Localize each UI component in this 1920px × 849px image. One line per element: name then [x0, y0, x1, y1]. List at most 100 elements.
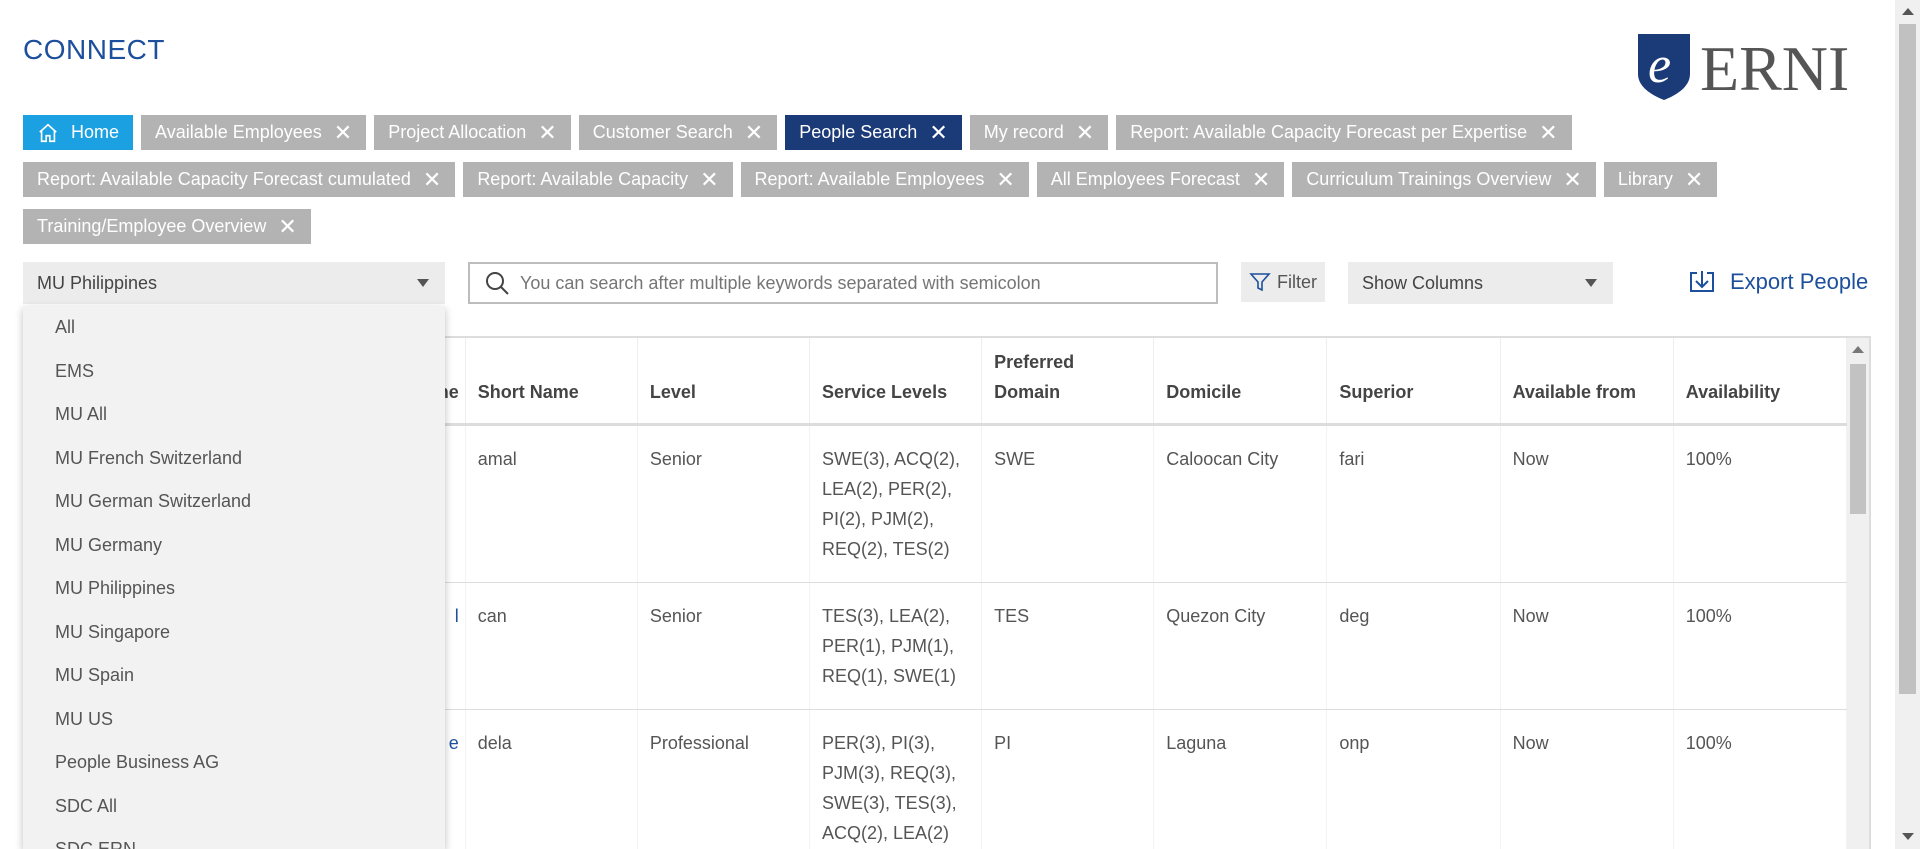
- dropdown-option[interactable]: MU Spain: [23, 654, 445, 698]
- export-label: Export People: [1730, 269, 1869, 294]
- tab-label: Customer Search: [592, 122, 733, 142]
- search-input[interactable]: [520, 272, 1200, 294]
- tab-label: Report: Available Employees: [754, 169, 985, 189]
- close-icon[interactable]: ✕: [745, 121, 763, 144]
- tab-label: Report: Available Capacity Forecast per …: [1130, 122, 1528, 142]
- tab-row-1: Home Available Employees ✕ Project Alloca…: [23, 115, 1663, 150]
- cell-level: Professional: [637, 709, 810, 849]
- mu-select[interactable]: MU Philippines: [23, 262, 445, 304]
- column-header-available-from[interactable]: Available from: [1500, 338, 1674, 426]
- tab-curriculum-trainings-overview[interactable]: Curriculum Trainings Overview ✕: [1292, 162, 1596, 197]
- tab-label: Library: [1617, 169, 1673, 189]
- close-icon[interactable]: ✕: [996, 168, 1014, 191]
- tab-people-search[interactable]: People Search ✕: [785, 115, 962, 150]
- column-header-availability[interactable]: Availability: [1673, 338, 1848, 426]
- dropdown-option[interactable]: All: [23, 306, 445, 350]
- cell-preferred-domain: PI: [981, 709, 1155, 849]
- dropdown-option[interactable]: SDC All: [23, 785, 445, 829]
- close-icon[interactable]: ✕: [1252, 168, 1270, 191]
- cell-domicile: Caloocan City: [1153, 424, 1328, 583]
- scroll-up-icon[interactable]: [1852, 346, 1864, 353]
- tab-report-available-employees[interactable]: Report: Available Employees ✕: [740, 162, 1029, 197]
- dropdown-option[interactable]: MU Germany: [23, 524, 445, 568]
- tab-label: My record: [983, 122, 1064, 142]
- dropdown-option[interactable]: MU French Switzerland: [23, 437, 445, 481]
- scroll-thumb[interactable]: [1899, 24, 1916, 694]
- cell-level: Senior: [637, 582, 810, 710]
- scroll-thumb[interactable]: [1850, 364, 1866, 514]
- cell-short-name: dela: [465, 709, 638, 849]
- close-icon[interactable]: ✕: [278, 215, 296, 238]
- close-icon[interactable]: ✕: [334, 121, 352, 144]
- cell-short-name: amal: [465, 424, 638, 583]
- column-header-short-name[interactable]: Short Name: [465, 338, 638, 426]
- cell-superior: deg: [1326, 582, 1501, 710]
- close-icon[interactable]: ✕: [1539, 121, 1557, 144]
- home-icon: [39, 123, 57, 142]
- column-header-service-levels[interactable]: Service Levels: [809, 338, 983, 426]
- tab-report-capacity-forecast-cumulated[interactable]: Report: Available Capacity Forecast cumu…: [23, 162, 456, 197]
- cell-level: Senior: [637, 424, 810, 583]
- search-box: [468, 262, 1218, 304]
- dropdown-option[interactable]: MU Singapore: [23, 611, 445, 655]
- cell-availability: 100%: [1673, 582, 1848, 710]
- cell-superior: onp: [1326, 709, 1501, 849]
- show-columns-select[interactable]: Show Columns: [1348, 262, 1613, 304]
- toolbar: MU Philippines Filter Show Columns Expor…: [23, 262, 1883, 306]
- app-title: CONNECT: [23, 34, 165, 65]
- tab-customer-search[interactable]: Customer Search ✕: [578, 115, 778, 150]
- tab-project-allocation[interactable]: Project Allocation ✕: [374, 115, 571, 150]
- dropdown-option[interactable]: MU All: [23, 393, 445, 437]
- cell-availability: 100%: [1673, 424, 1848, 583]
- dropdown-option[interactable]: People Business AG: [23, 741, 445, 785]
- dropdown-option[interactable]: EMS: [23, 350, 445, 394]
- tab-label: Curriculum Trainings Overview: [1306, 169, 1552, 189]
- tab-home[interactable]: Home: [23, 115, 134, 150]
- column-header-domicile[interactable]: Domicile: [1153, 338, 1328, 426]
- cell-service-levels: SWE(3), ACQ(2), LEA(2), PER(2), PI(2), P…: [809, 424, 983, 583]
- caret-down-icon: [417, 279, 429, 287]
- dropdown-option[interactable]: MU German Switzerland: [23, 480, 445, 524]
- svg-text:e: e: [1648, 37, 1671, 94]
- cell-available-from: Now: [1500, 582, 1674, 710]
- cell-available-from: Now: [1500, 424, 1674, 583]
- tab-library[interactable]: Library ✕: [1603, 162, 1718, 197]
- tab-all-employees-forecast[interactable]: All Employees Forecast ✕: [1036, 162, 1285, 197]
- tab-available-employees[interactable]: Available Employees ✕: [141, 115, 367, 150]
- filter-button[interactable]: Filter: [1241, 262, 1325, 302]
- close-icon[interactable]: ✕: [423, 168, 441, 191]
- cell-availability: 100%: [1673, 709, 1848, 849]
- dropdown-option[interactable]: MU US: [23, 698, 445, 742]
- column-header-level[interactable]: Level: [637, 338, 810, 426]
- dropdown-option[interactable]: MU Philippines: [23, 567, 445, 611]
- cell-service-levels: TES(3), LEA(2), PER(1), PJM(1), REQ(1), …: [809, 582, 983, 710]
- scroll-down-icon[interactable]: [1902, 833, 1914, 840]
- tab-report-available-capacity[interactable]: Report: Available Capacity ✕: [463, 162, 733, 197]
- scroll-up-icon[interactable]: [1902, 8, 1914, 15]
- close-icon[interactable]: ✕: [538, 121, 556, 144]
- close-icon[interactable]: ✕: [1563, 168, 1581, 191]
- mu-select-value: MU Philippines: [37, 272, 158, 293]
- tab-my-record[interactable]: My record ✕: [969, 115, 1109, 150]
- table-scrollbar[interactable]: [1847, 338, 1869, 849]
- close-icon[interactable]: ✕: [1076, 121, 1094, 144]
- tab-label: Available Employees: [155, 122, 322, 142]
- filter-icon: [1249, 273, 1271, 292]
- column-header-preferred-domain[interactable]: Preferred Domain: [981, 338, 1155, 426]
- cell-service-levels: PER(3), PI(3), PJM(3), REQ(3), SWE(3), T…: [809, 709, 983, 849]
- tab-training-employee-overview[interactable]: Training/Employee Overview ✕: [23, 209, 311, 244]
- tab-label: All Employees Forecast: [1050, 169, 1240, 189]
- column-header-superior[interactable]: Superior: [1326, 338, 1501, 426]
- export-icon: [1690, 271, 1714, 292]
- close-icon[interactable]: ✕: [1685, 168, 1703, 191]
- close-icon[interactable]: ✕: [700, 168, 718, 191]
- close-icon[interactable]: ✕: [929, 121, 947, 144]
- tab-label: People Search: [799, 122, 918, 142]
- tab-report-capacity-forecast-expertise[interactable]: Report: Available Capacity Forecast per …: [1116, 115, 1572, 150]
- cell-preferred-domain: TES: [981, 582, 1155, 710]
- tab-row-2: Report: Available Capacity Forecast cumu…: [23, 162, 1718, 197]
- filter-label: Filter: [1277, 271, 1317, 292]
- page-scrollbar[interactable]: [1895, 0, 1920, 849]
- dropdown-option[interactable]: SDC ERN: [23, 828, 445, 849]
- export-people-button[interactable]: Export People: [1688, 262, 1868, 302]
